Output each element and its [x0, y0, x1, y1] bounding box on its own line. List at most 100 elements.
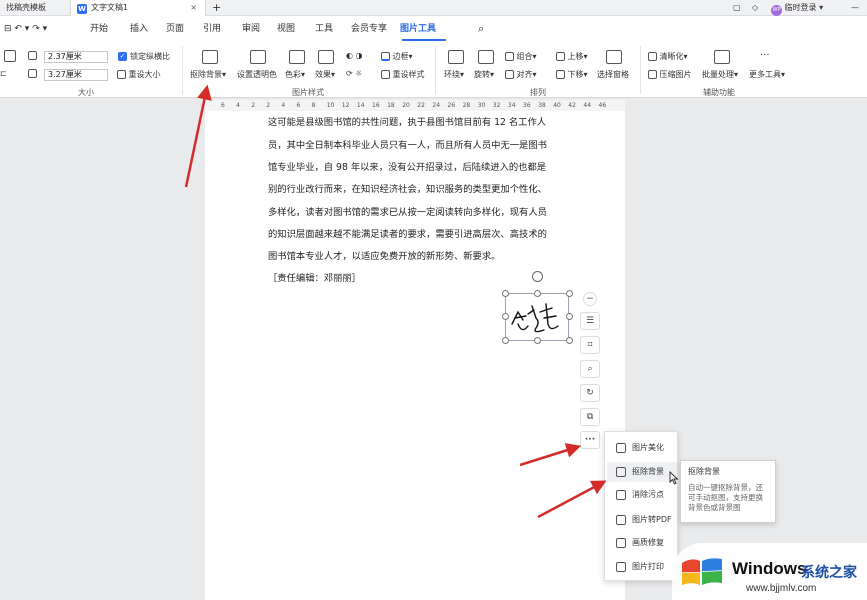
tooltip-description: 自动一键抠除背景，还可手动抠图，支持更换背景色或背景图: [688, 483, 763, 512]
group-button[interactable]: 组合▾: [505, 51, 537, 62]
ruler-tick-label: 20: [402, 102, 410, 109]
border-button[interactable]: 边框▾: [381, 51, 413, 62]
rotate-label: 旋转: [474, 70, 490, 79]
menu-insert[interactable]: 插入: [130, 16, 148, 42]
window-icon[interactable]: ▢: [733, 0, 741, 16]
handwritten-signature: [511, 303, 559, 333]
watermark-url: www.bjjmlv.com: [746, 583, 817, 594]
crop-icon[interactable]: [4, 50, 16, 62]
collapse-button[interactable]: −: [583, 292, 597, 306]
menu-home[interactable]: 开始: [90, 16, 108, 42]
compress-button[interactable]: 压缩图片: [648, 69, 692, 80]
beautify-icon: [616, 443, 626, 453]
ruler-tick-label: 6: [221, 102, 225, 109]
search-icon[interactable]: ⌕: [478, 16, 484, 42]
tab-templates[interactable]: 找稿壳模板: [0, 0, 70, 16]
ruler-tick-label: 40: [553, 102, 561, 109]
lock-ratio-checkbox[interactable]: ✓: [118, 52, 127, 61]
eraser-icon: [616, 490, 626, 500]
more-button[interactable]: ···: [580, 431, 600, 449]
arrow-to-remove-background: [184, 84, 212, 188]
resize-handle[interactable]: [566, 290, 573, 297]
ruler-tick-label: 30: [477, 102, 486, 109]
rotate-button[interactable]: 旋转▾: [474, 69, 494, 80]
menu-tools[interactable]: 工具: [315, 16, 333, 42]
paragraph-line: 馆专业毕业，自 98 年以来，没有公开招录过，后陆续进入的也都是: [268, 162, 547, 173]
effects-icon: [318, 50, 334, 64]
close-tab-icon[interactable]: ×: [190, 0, 197, 16]
menu-item-remove-spots[interactable]: 消除污点: [607, 485, 677, 505]
sharpen-label: 清晰化: [659, 52, 684, 61]
remove-background-tooltip: 抠除背景 自动一键抠除背景，还可手动抠图，支持更换背景色或背景图: [680, 460, 776, 523]
send-backward-button[interactable]: 下移▾: [556, 69, 588, 80]
reset-size-button[interactable]: 重设大小: [117, 69, 161, 80]
ruler-tick-label: 32: [492, 102, 501, 109]
menu-item-restore[interactable]: 画质修复: [607, 533, 677, 553]
remove-background-button[interactable]: 抠除背景▾: [190, 69, 226, 80]
more-tools-label: 更多工具: [749, 70, 781, 79]
menu-view[interactable]: 视图: [277, 16, 295, 42]
menu-reference[interactable]: 引用: [203, 16, 221, 42]
ruler-tick-label: 46: [598, 102, 607, 109]
reset-size-label: 重设大小: [128, 70, 161, 79]
crop-icon[interactable]: ⌗: [580, 336, 600, 354]
document-page[interactable]: 这可能是县级图书馆的共性问题，执于县图书馆目前有 12 名工作人 员，其中全日制…: [205, 111, 625, 600]
reset-style-button[interactable]: 重设样式: [381, 69, 425, 80]
set-transparent-button[interactable]: 设置透明色: [237, 69, 277, 80]
resize-handle[interactable]: [534, 337, 541, 344]
new-tab-button[interactable]: +: [212, 0, 221, 16]
horizontal-ruler[interactable]: 6 4 2 2 4 6 8 10 12 14 16 18 20 22 24 26 28 30 32 34 36 38 40 4…: [205, 100, 625, 111]
batch-button[interactable]: 批量处理▾: [702, 69, 738, 80]
crop-button[interactable]: ⊏缩进: [0, 69, 7, 78]
resize-handle[interactable]: [566, 337, 573, 344]
resize-handle[interactable]: [534, 290, 541, 297]
menu-page[interactable]: 页面: [166, 16, 184, 42]
bring-forward-label: 上移: [567, 52, 584, 61]
color-button[interactable]: 色彩▾: [285, 69, 305, 80]
ruler-tick-label: 12: [341, 102, 350, 109]
menu-item-label: 画质修复: [632, 538, 664, 547]
shirt-icon[interactable]: ◇: [752, 0, 758, 16]
selection-pane-button[interactable]: 选择窗格: [597, 69, 629, 80]
menu-member[interactable]: 会员专享: [351, 16, 387, 42]
minimize-icon[interactable]: —: [851, 0, 859, 16]
align-label: 对齐: [516, 70, 533, 79]
menu-item-beautify[interactable]: 图片美化: [607, 438, 677, 458]
adjust-icon[interactable]: ⟳ ☼: [346, 69, 362, 78]
resize-handle[interactable]: [502, 290, 509, 297]
height-input[interactable]: 3.27厘米: [44, 69, 108, 81]
resize-handle[interactable]: [502, 313, 509, 320]
quick-access-bar[interactable]: ⊟ ↶ ▾ ↷ ▾: [4, 16, 47, 42]
more-tools-button[interactable]: 更多工具▾: [749, 69, 785, 80]
menu-item-print[interactable]: 图片打印: [607, 557, 677, 577]
sharpen-button[interactable]: 清晰化▾: [648, 51, 688, 62]
menu-review[interactable]: 审阅: [242, 16, 260, 42]
user-account[interactable]: WP 临时登录 ▾: [771, 0, 823, 16]
align-button[interactable]: 对齐▾: [505, 69, 537, 80]
rotate-handle[interactable]: [532, 271, 543, 282]
width-input[interactable]: 2.37厘米: [44, 51, 108, 63]
paragraph-line: 多样化，读者对图书馆的需求已从按一定阅读转向多样化，现有人员: [268, 207, 547, 218]
border-label: 边框: [392, 52, 409, 61]
resize-handle[interactable]: [566, 313, 573, 320]
bring-forward-button[interactable]: 上移▾: [556, 51, 588, 62]
resize-handle[interactable]: [502, 337, 509, 344]
menu-item-remove-background[interactable]: 抠除背景: [607, 462, 677, 482]
effects-button[interactable]: 效果▾: [315, 69, 335, 80]
layout-options-icon[interactable]: ☰: [580, 312, 600, 330]
rotate-icon[interactable]: ↻: [580, 384, 600, 402]
paragraph-line: 员，其中全日制本科毕业人员只有一人，而且所有人员中无一是图书: [268, 140, 547, 151]
brightness-icon[interactable]: ◐ ◑: [346, 51, 363, 60]
zoom-icon[interactable]: ⌕: [580, 360, 600, 378]
signature-image[interactable]: [505, 293, 569, 341]
replace-image-icon[interactable]: ⧉: [580, 408, 600, 426]
menu-item-to-pdf[interactable]: 图片转PDF: [607, 510, 677, 530]
tab-document[interactable]: W 文字文稿1 ×: [70, 0, 206, 16]
wrap-button[interactable]: 环绕▾: [444, 69, 464, 80]
watermark-site-name: 系统之家: [801, 565, 857, 581]
wrap-icon: [448, 50, 464, 64]
writer-doc-icon: W: [77, 4, 87, 14]
ruler-tick-label: 4: [281, 102, 286, 109]
batch-icon: [714, 50, 730, 64]
wrap-label: 环绕: [444, 70, 460, 79]
